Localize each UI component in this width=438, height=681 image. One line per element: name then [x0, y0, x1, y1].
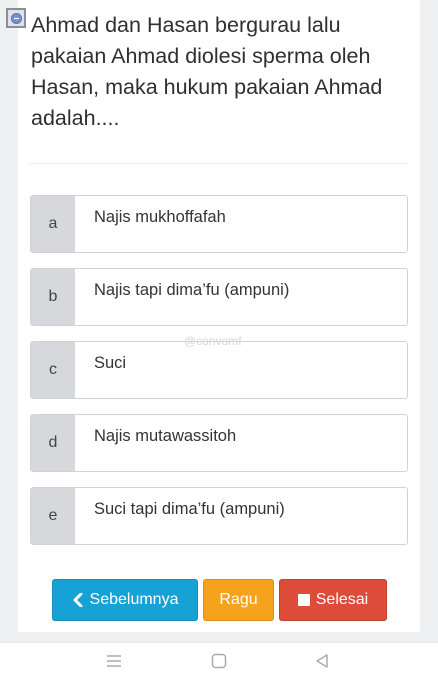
option-letter: e [31, 488, 75, 544]
option-d[interactable]: d Najis mutawassitoh [30, 414, 408, 472]
chevron-left-icon [73, 593, 83, 607]
question-text: Ahmad dan Hasan bergurau lalu pakaian Ah… [31, 13, 383, 130]
flag-dot [10, 12, 22, 24]
previous-label: Sebelumnya [89, 591, 179, 608]
option-text: Najis tapi dima’fu (ampuni) [94, 280, 290, 299]
doubt-button[interactable]: Ragu [203, 579, 274, 621]
option-letter: d [31, 415, 75, 471]
finish-label: Selesai [315, 591, 369, 608]
option-c[interactable]: c Suci [30, 341, 408, 399]
previous-button[interactable]: Sebelumnya [52, 579, 198, 621]
doubt-label: Ragu [219, 591, 258, 608]
option-text: Najis mukhoffafah [94, 207, 226, 226]
option-text: Najis mutawassitoh [94, 426, 237, 445]
finish-button[interactable]: Selesai [279, 579, 387, 621]
system-navigation-bar [0, 642, 438, 681]
option-text: Suci [94, 353, 127, 372]
watermark: @convomf [184, 334, 242, 348]
stop-square-icon [297, 594, 310, 606]
back-triangle-icon[interactable] [314, 653, 330, 669]
option-a[interactable]: a Najis mukhoffafah [30, 195, 408, 253]
option-e[interactable]: e Suci tapi dima’fu (ampuni) [30, 487, 408, 545]
home-square-icon[interactable] [211, 653, 227, 669]
option-text: Suci tapi dima’fu (ampuni) [94, 499, 285, 518]
question-flag-icon[interactable] [6, 8, 26, 28]
divider [30, 163, 408, 164]
option-letter: c [31, 342, 75, 398]
option-b[interactable]: b Najis tapi dima’fu (ampuni) [30, 268, 408, 326]
option-letter: b [31, 269, 75, 325]
menu-icon[interactable] [106, 653, 122, 669]
option-letter: a [31, 196, 75, 252]
